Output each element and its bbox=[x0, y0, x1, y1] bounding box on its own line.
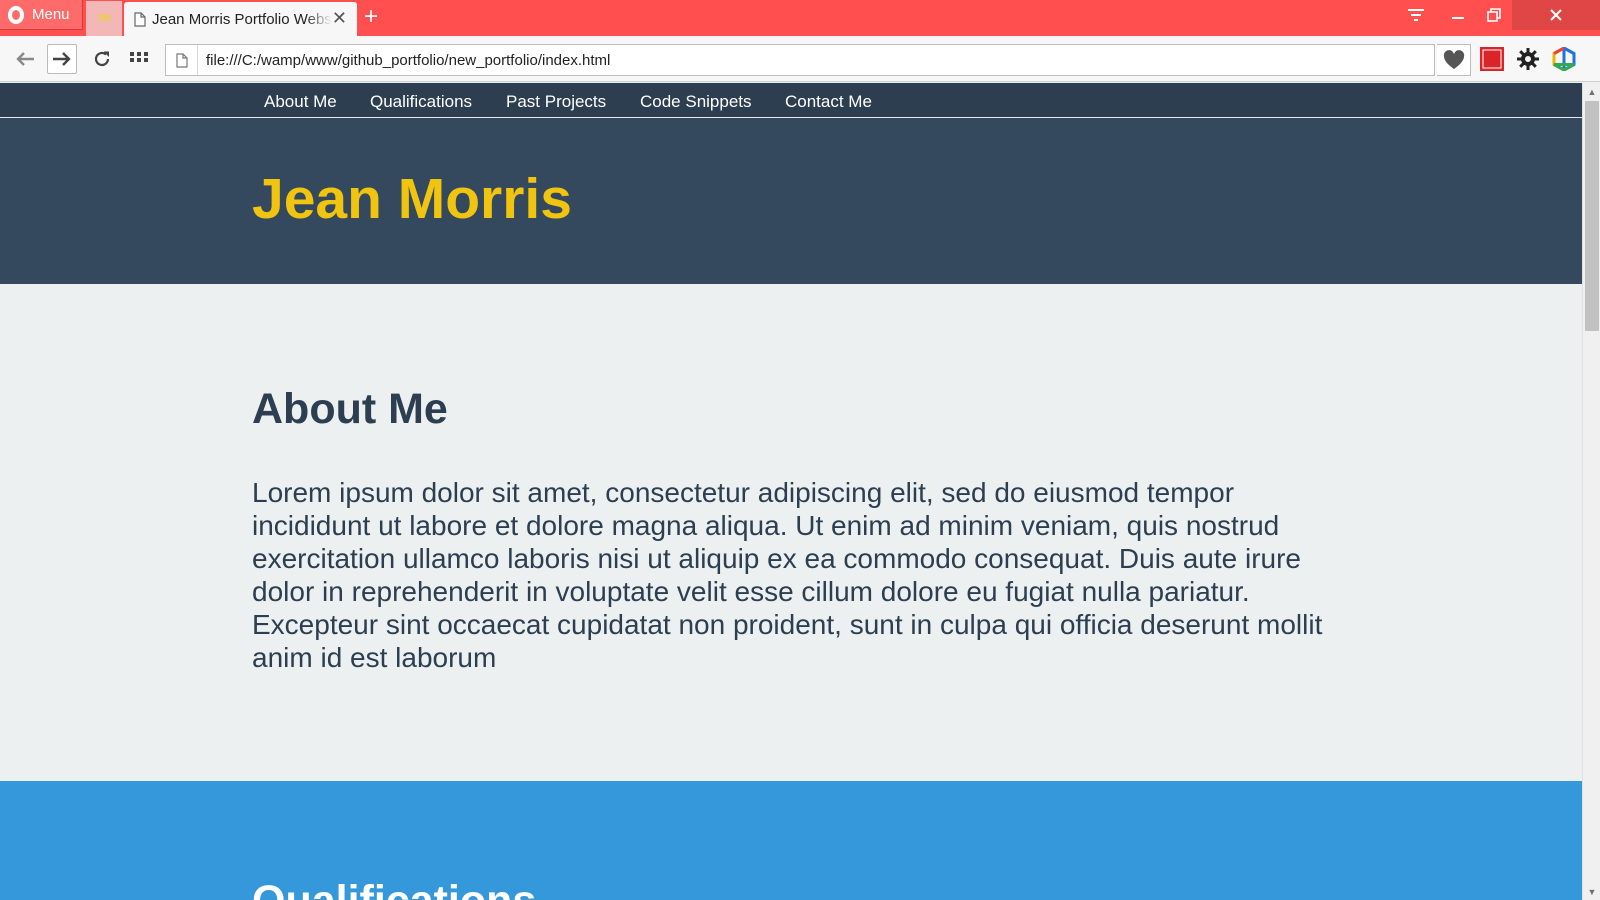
nav-link-qualifications[interactable]: Qualifications bbox=[370, 92, 472, 112]
menu-label: Menu bbox=[32, 6, 70, 23]
gear-icon[interactable] bbox=[1515, 46, 1541, 72]
page-icon bbox=[134, 11, 146, 27]
page-viewport: About Me Qualifications Past Projects Co… bbox=[0, 83, 1582, 900]
address-bar[interactable]: file:///C:/wamp/www/github_portfolio/new… bbox=[165, 44, 1435, 76]
tab-title: Jean Morris Portfolio Website bbox=[152, 10, 332, 28]
close-icon[interactable]: ✕ bbox=[332, 8, 347, 29]
tab-menu-icon[interactable] bbox=[1398, 0, 1434, 30]
speed-dial-icon[interactable] bbox=[124, 44, 154, 74]
pinned-tab-label: JM bbox=[97, 13, 111, 24]
nav-link-about-me[interactable]: About Me bbox=[264, 92, 337, 112]
plus-icon[interactable]: + bbox=[364, 4, 378, 30]
browser-toolbar: file:///C:/wamp/www/github_portfolio/new… bbox=[0, 36, 1600, 82]
qualifications-section: Qualifications bbox=[0, 781, 1582, 900]
nav-link-contact-me[interactable]: Contact Me bbox=[785, 92, 872, 112]
back-arrow-icon[interactable] bbox=[10, 44, 40, 74]
lorem-extension-icon[interactable] bbox=[1479, 46, 1505, 72]
opera-logo-icon bbox=[8, 5, 24, 24]
hero-banner: Jean Morris bbox=[0, 118, 1582, 284]
nav-link-code-snippets[interactable]: Code Snippets bbox=[640, 92, 752, 112]
window-close-icon[interactable] bbox=[1512, 0, 1600, 30]
opera-menu-button[interactable]: Menu bbox=[0, 0, 83, 30]
scrollbar-thumb[interactable] bbox=[1585, 101, 1599, 331]
about-heading: About Me bbox=[252, 385, 448, 433]
about-body: Lorem ipsum dolor sit amet, consectetur … bbox=[252, 477, 1323, 673]
page-icon bbox=[166, 45, 198, 75]
nav-link-past-projects[interactable]: Past Projects bbox=[506, 92, 606, 112]
url-text[interactable]: file:///C:/wamp/www/github_portfolio/new… bbox=[206, 52, 610, 69]
active-tab[interactable]: Jean Morris Portfolio Website ✕ bbox=[124, 2, 357, 36]
restore-icon[interactable] bbox=[1476, 0, 1512, 30]
qualifications-heading: Qualifications bbox=[252, 877, 536, 900]
hero-title: Jean Morris bbox=[252, 167, 572, 231]
scroll-down-icon[interactable]: ▼ bbox=[1583, 883, 1600, 900]
pinned-tab[interactable]: JM bbox=[86, 1, 122, 36]
forward-arrow-icon[interactable] bbox=[47, 44, 77, 74]
heart-icon[interactable] bbox=[1437, 44, 1471, 76]
reload-icon[interactable] bbox=[87, 44, 117, 74]
browser-tab-strip: Menu JM Jean Morris Portfolio Website ✕ … bbox=[0, 0, 1600, 36]
minimize-icon[interactable] bbox=[1440, 0, 1476, 30]
site-nav: About Me Qualifications Past Projects Co… bbox=[0, 83, 1582, 118]
scroll-up-icon[interactable]: ▲ bbox=[1583, 83, 1600, 100]
hexagon-extension-icon[interactable] bbox=[1551, 46, 1577, 72]
page-scrollbar[interactable]: ▲ ▼ bbox=[1582, 83, 1600, 900]
